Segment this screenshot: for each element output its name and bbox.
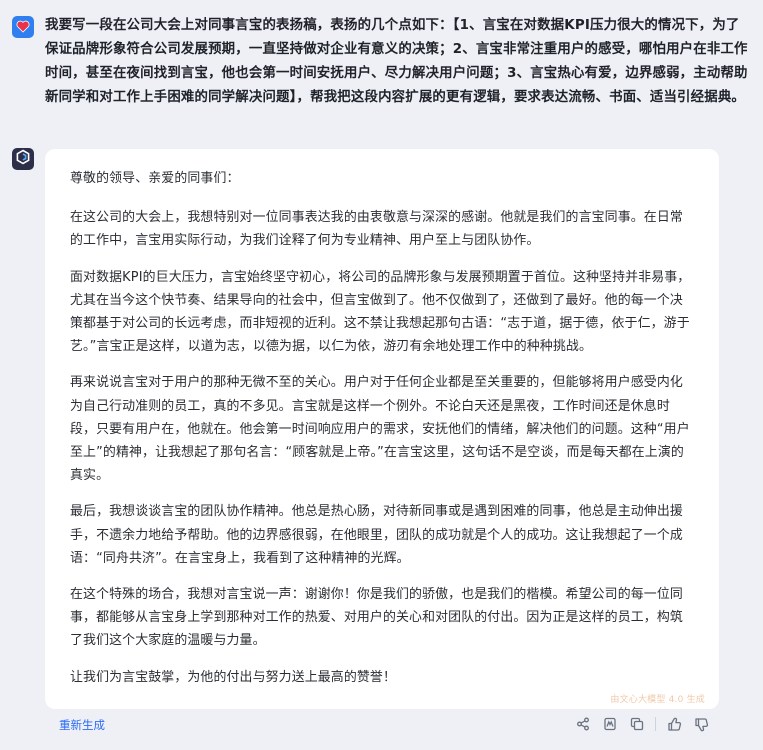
response-paragraph: 再来说说言宝对于用户的那种无微不至的关心。用户对于任何企业都是至关重要的，但能够… (70, 375, 690, 484)
user-message-row: 我要写一段在公司大会上对同事言宝的表扬稿，表扬的几个点如下：【1、言宝在对数据K… (12, 14, 749, 110)
response-actions (566, 714, 711, 734)
response-paragraph: 最后，我想谈谈言宝的团队协作精神。他总是热心肠，对待新同事或是遇到困难的同事，他… (70, 504, 683, 566)
response-paragraph: 尊敬的领导、亲爱的同事们： (70, 171, 240, 186)
copy-icon[interactable] (627, 714, 647, 734)
poster-icon[interactable] (600, 714, 620, 734)
thumbs-up-icon[interactable] (664, 714, 684, 734)
user-avatar (12, 16, 34, 38)
user-message-text: 我要写一段在公司大会上对同事言宝的表扬稿，表扬的几个点如下：【1、言宝在对数据K… (45, 18, 748, 105)
assistant-avatar-row (12, 148, 34, 170)
bot-logo-icon (15, 149, 31, 169)
assistant-avatar (12, 148, 34, 170)
heart-icon (16, 18, 30, 37)
response-paragraph: 面对数据KPI的巨大压力，言宝始终坚守初心，将公司的品牌形象与发展预期置于首位。… (70, 269, 691, 355)
response-paragraph: 在这个特殊的场合，我想对言宝说一声：谢谢你！你是我们的骄傲，也是我们的楷模。希望… (70, 587, 683, 649)
regenerate-button[interactable]: 重新生成 (59, 717, 105, 733)
ai-generated-watermark: 由文心大模型 4.0 生成 (610, 695, 705, 705)
divider (655, 717, 656, 731)
thumbs-down-icon[interactable] (691, 714, 711, 734)
response-paragraph: 在这公司的大会上，我想特别对一位同事表达我的由衷敬意与深深的感谢。他就是我们的言… (70, 210, 683, 249)
assistant-response-card: 尊敬的领导、亲爱的同事们： 在这公司的大会上，我想特别对一位同事表达我的由衷敬意… (45, 149, 719, 709)
response-paragraph: 让我们为言宝鼓掌，为他的付出与努力送上最高的赞誉！ (70, 669, 397, 685)
share-icon[interactable] (573, 714, 593, 734)
